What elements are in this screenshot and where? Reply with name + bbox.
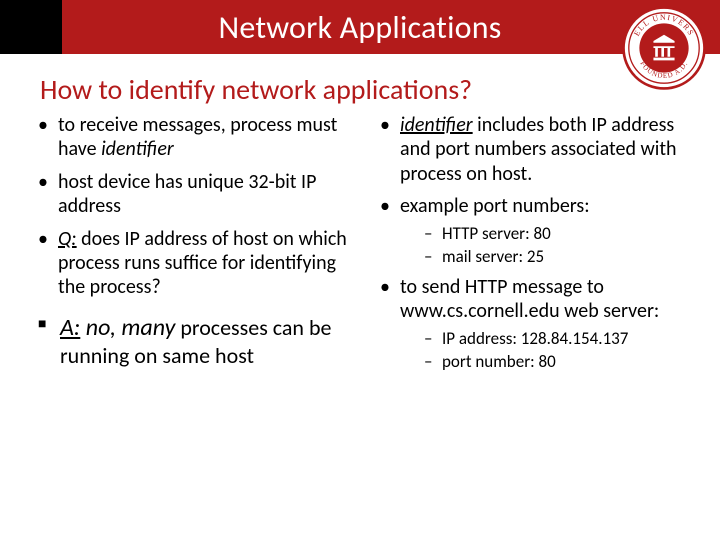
text: to send HTTP message to www.cs.cornell.e…: [400, 275, 659, 323]
cornell-seal-icon: ELL UNIVERS FOUNDED A.D.: [620, 4, 708, 92]
right-bullet-list: identifier includes both IP address and …: [372, 113, 696, 372]
list-item: to send HTTP message to www.cs.cornell.e…: [378, 275, 696, 372]
sub-item: HTTP server: 80: [424, 223, 696, 244]
list-item: example port numbers: HTTP server: 80 ma…: [378, 194, 696, 267]
list-item: identifier includes both IP address and …: [378, 113, 696, 186]
answer-item: A: no, many processes can be running on …: [36, 314, 354, 371]
a-label: A:: [60, 313, 80, 342]
title-bar: Network Applications: [0, 0, 720, 54]
text-italic: no,: [80, 313, 121, 342]
list-item: Q: does IP address of host on which proc…: [36, 227, 354, 300]
sub-item: IP address: 128.84.154.137: [424, 328, 696, 349]
list-item: host device has unique 32-bit IP address: [36, 170, 354, 219]
sub-item: mail server: 25: [424, 246, 696, 267]
left-bullet-list: to receive messages, process must have i…: [30, 113, 354, 300]
answer-list: A: no, many processes can be running on …: [30, 314, 354, 371]
list-item: to receive messages, process must have i…: [36, 113, 354, 162]
right-column: identifier includes both IP address and …: [372, 113, 696, 380]
content-columns: to receive messages, process must have i…: [0, 113, 720, 380]
text: does IP address of host on which process…: [58, 227, 347, 300]
slide-subtitle: How to identify network applications?: [40, 72, 720, 107]
slide: Network Applications ELL UNIVERS FOUNDED…: [0, 0, 720, 540]
slide-title: Network Applications: [0, 8, 720, 47]
text: example port numbers:: [400, 194, 590, 218]
sub-list: IP address: 128.84.154.137 port number: …: [400, 328, 696, 373]
text-italic: identifier: [101, 137, 174, 161]
text: to receive messages, process must have: [58, 113, 337, 161]
text-italic-underline: identifier: [400, 113, 473, 137]
sub-list: HTTP server: 80 mail server: 25: [400, 223, 696, 268]
text-italic: many: [121, 313, 175, 342]
q-label: Q:: [58, 227, 77, 251]
left-column: to receive messages, process must have i…: [30, 113, 354, 380]
sub-item: port number: 80: [424, 351, 696, 372]
